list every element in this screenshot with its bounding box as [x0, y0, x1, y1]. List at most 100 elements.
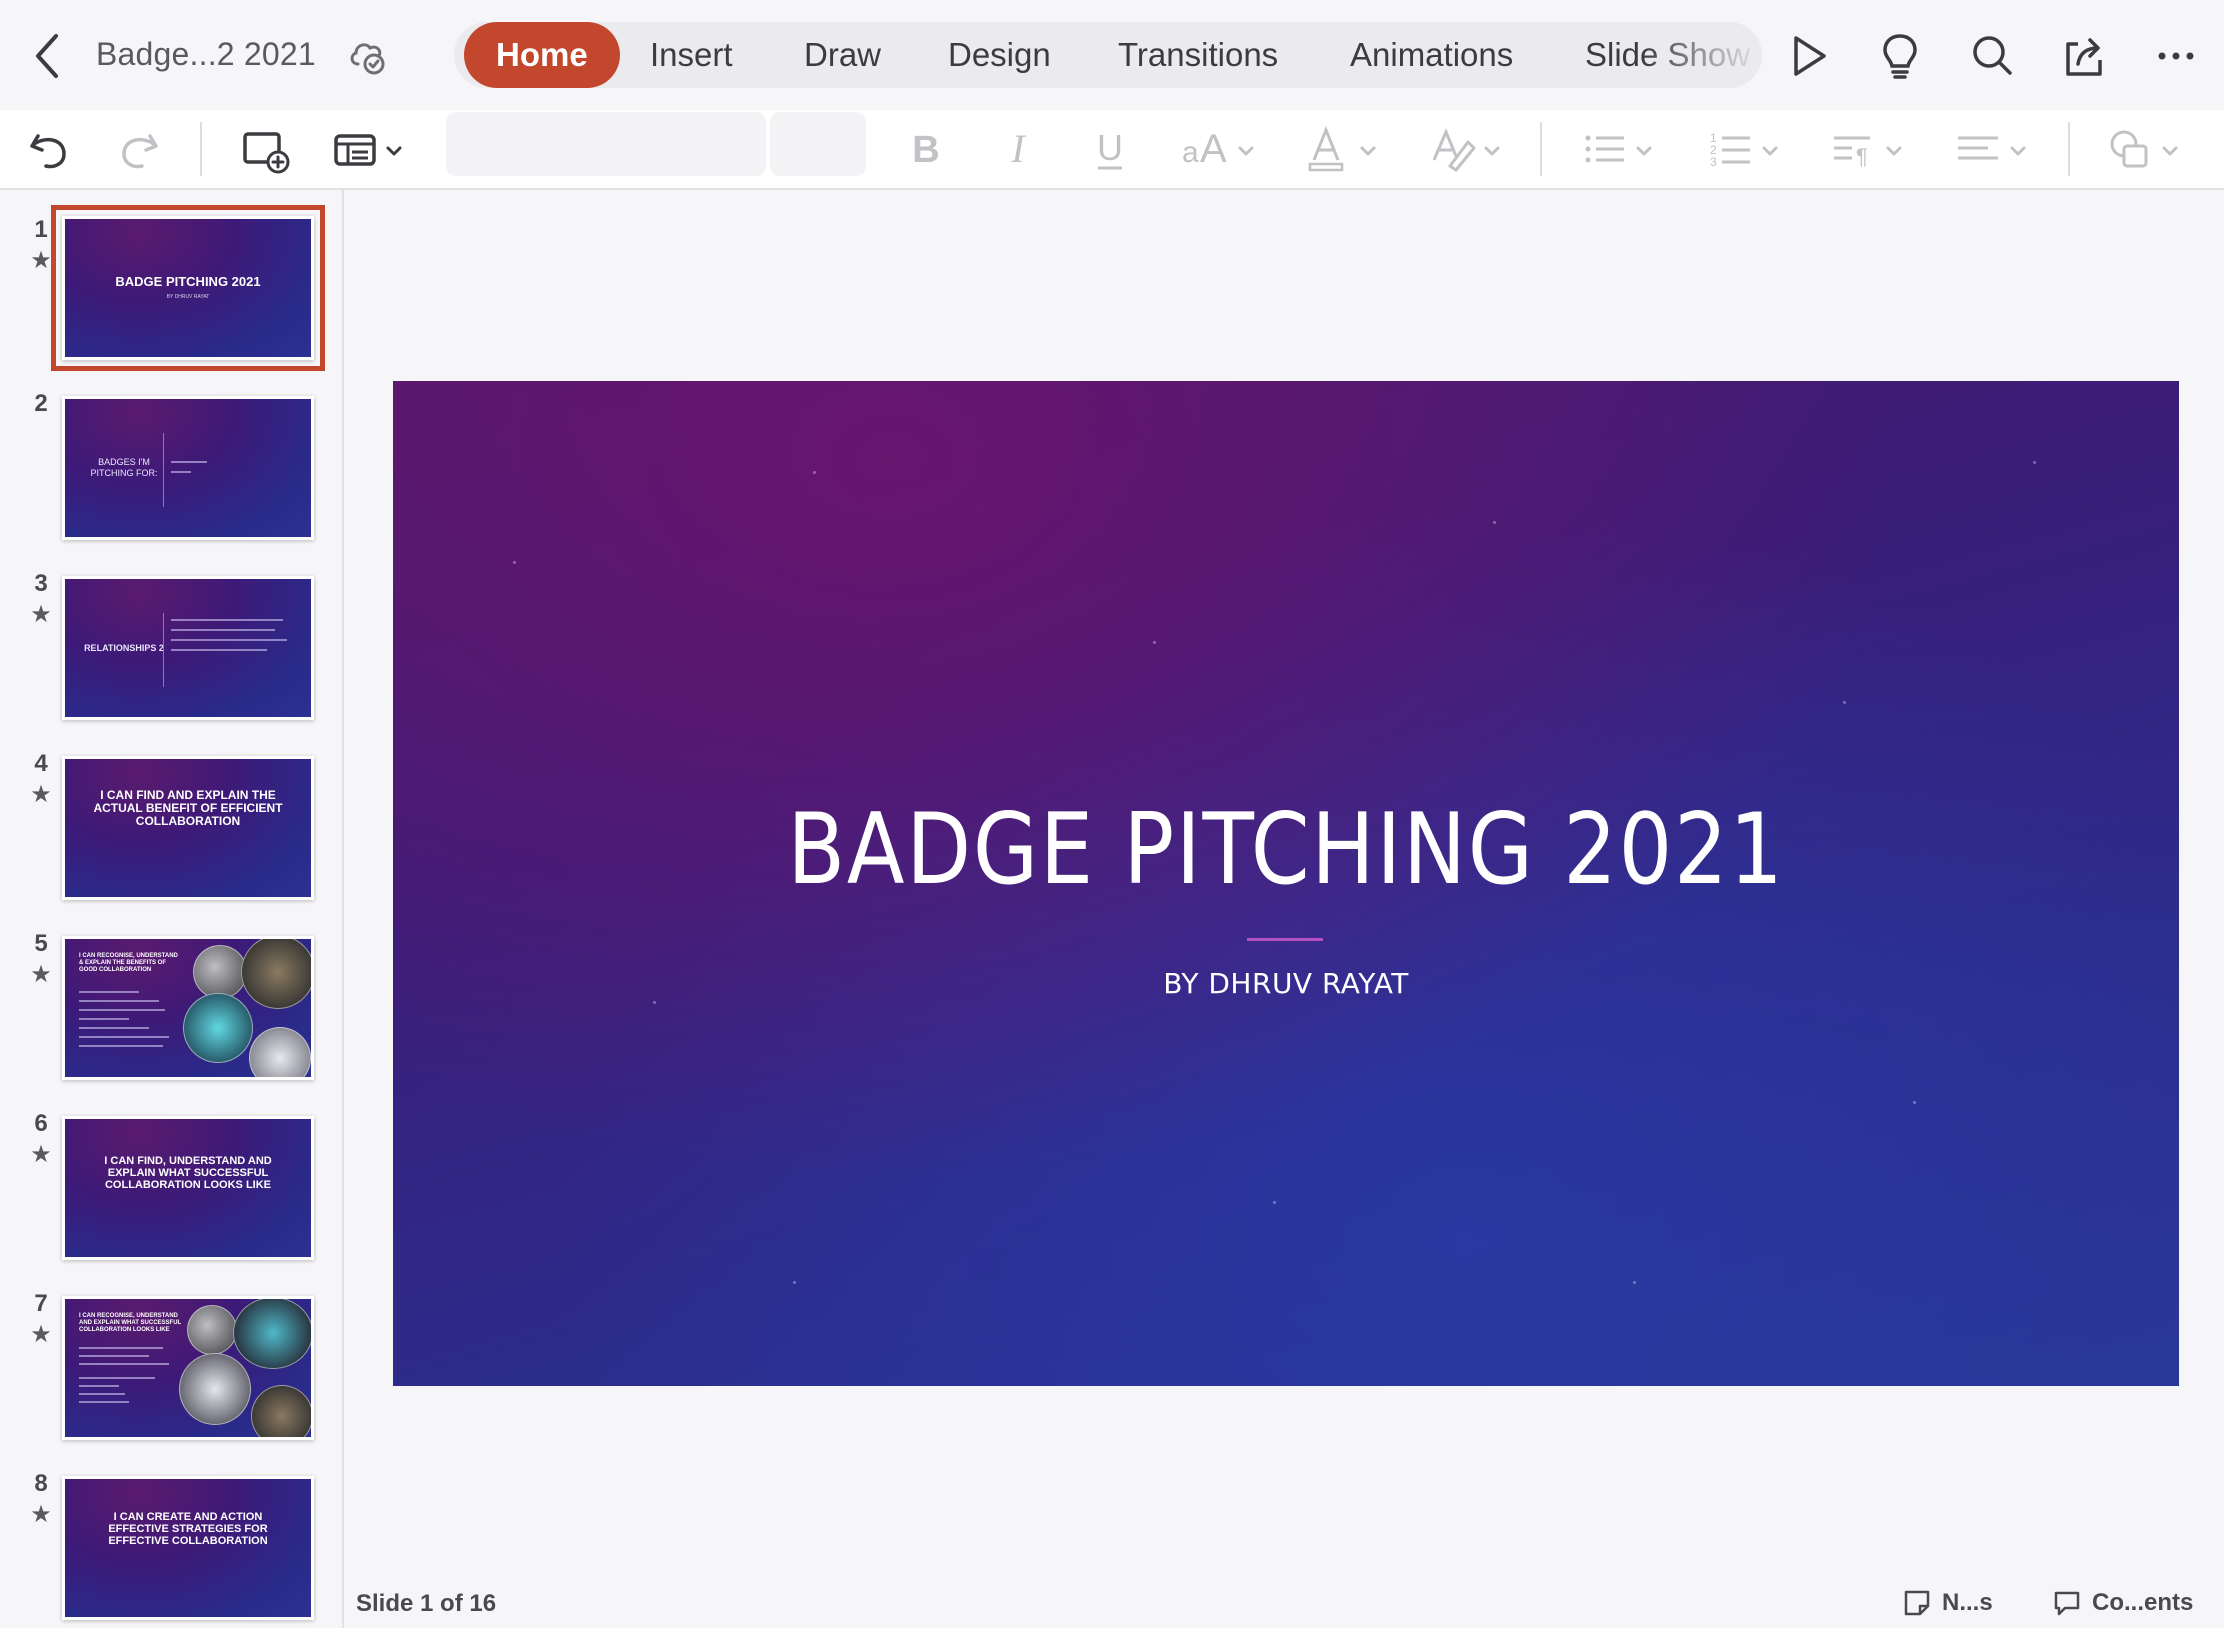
font-size-dropdown-icon[interactable]: aA	[1178, 120, 1262, 178]
ribbon-toolbar: B I U aA 123 ¶	[0, 110, 2224, 190]
thumbnail-divider	[163, 433, 164, 507]
thumbnail-title-block: BADGE PITCHING 2021 BY DHRUV RAYAT	[65, 219, 311, 357]
thumbnail-bullet-line	[171, 639, 287, 641]
slide-thumbnail[interactable]: BADGES I'M PITCHING FOR:	[62, 396, 314, 540]
lightbulb-icon[interactable]	[1876, 30, 1924, 82]
top-bar: Badge...2 2021 Home Insert Draw Design T…	[0, 0, 2224, 110]
slide-title[interactable]: BADGE PITCHING 2021	[518, 793, 2054, 907]
thumbnail-number: 6	[34, 1110, 48, 1137]
svg-text:a: a	[1182, 136, 1199, 169]
background-star	[1153, 641, 1156, 644]
slide-thumbnail[interactable]: BADGE PITCHING 2021 BY DHRUV RAYAT	[51, 205, 325, 371]
ribbon-separator	[200, 122, 202, 176]
notes-button[interactable]: N...s	[1902, 1586, 1993, 1620]
thumbnail-bullet-line	[79, 1347, 163, 1349]
thumbnail-bullet-line	[171, 649, 267, 651]
title-accent-line	[1247, 938, 1323, 941]
font-color-dropdown-icon[interactable]	[1306, 120, 1384, 178]
thumbnail-title: I CAN FIND AND EXPLAIN THE ACTUAL BENEFI…	[93, 788, 283, 829]
font-size-field[interactable]	[770, 112, 866, 176]
thumbnail-item-7[interactable]: 7 ★ I CAN RECOGNISE, UNDERSTAND AND EXPL…	[0, 1290, 342, 1466]
slide-thumbnail[interactable]: I CAN RECOGNISE, UNDERSTAND & EXPLAIN TH…	[62, 936, 314, 1080]
thumbnail-photo	[233, 1299, 311, 1369]
thumbnail-number: 8	[34, 1470, 48, 1497]
thumbnail-bullets	[79, 1347, 183, 1409]
thumbnail-item-2[interactable]: 2 BADGES I'M PITCHING FOR:	[0, 390, 342, 566]
thumbnail-item-1[interactable]: 1 ★ BADGE PITCHING 2021 BY DHRUV RAYAT	[0, 205, 342, 386]
slide-subtitle[interactable]: BY DHRUV RAYAT	[393, 967, 2179, 1000]
italic-icon[interactable]: I	[996, 120, 1040, 178]
back-chevron-icon[interactable]	[28, 30, 68, 82]
thumbnail-title: I CAN CREATE AND ACTION EFFECTIVE STRATE…	[108, 1511, 268, 1548]
more-options-icon[interactable]	[2152, 30, 2200, 82]
slide-thumbnail[interactable]: I CAN FIND, UNDERSTAND AND EXPLAIN WHAT …	[62, 1116, 314, 1260]
thumbnail-item-3[interactable]: 3 ★ RELATIONSHIPS 2	[0, 570, 342, 746]
thumbnail-bullet-line	[79, 1393, 125, 1395]
thumbnail-divider	[163, 613, 164, 687]
transition-star-icon: ★	[30, 1321, 52, 1348]
thumbnail-bullet-line	[79, 1027, 149, 1029]
play-icon[interactable]	[1784, 30, 1832, 82]
thumbnail-number: 3	[34, 570, 48, 597]
tab-home[interactable]: Home	[464, 22, 620, 88]
font-name-field[interactable]	[446, 112, 766, 176]
transition-star-icon: ★	[30, 1141, 52, 1168]
cloud-saved-icon[interactable]	[346, 36, 388, 76]
document-title[interactable]: Badge...2 2021	[96, 36, 316, 73]
underline-icon[interactable]: U	[1088, 120, 1132, 178]
background-star	[1843, 701, 1846, 704]
search-icon[interactable]	[1968, 30, 2016, 82]
undo-icon[interactable]	[24, 120, 74, 178]
slide-thumbnail[interactable]: I CAN RECOGNISE, UNDERSTAND AND EXPLAIN …	[62, 1296, 314, 1440]
thumbnail-bullet-line	[79, 1363, 169, 1365]
thumbnail-left-title: RELATIONSHIPS 2	[84, 642, 164, 653]
paragraph-direction-dropdown-icon[interactable]: ¶	[1830, 120, 1910, 178]
tab-animations[interactable]: Animations	[1350, 22, 1513, 88]
background-star	[513, 561, 516, 564]
thumbnail-bullet-line	[79, 1045, 163, 1047]
tab-draw[interactable]: Draw	[804, 22, 881, 88]
slide-thumbnail[interactable]: RELATIONSHIPS 2	[62, 576, 314, 720]
background-star	[793, 1281, 796, 1284]
thumbnail-bullet-line	[79, 1000, 159, 1002]
thumbnail-title-block: I CAN FIND AND EXPLAIN THE ACTUAL BENEFI…	[65, 759, 311, 897]
highlight-dropdown-icon[interactable]	[1428, 120, 1508, 178]
shapes-dropdown-icon[interactable]	[2106, 120, 2186, 178]
bold-icon[interactable]: B	[904, 120, 948, 178]
background-star	[1493, 521, 1496, 524]
redo-icon[interactable]	[114, 120, 164, 178]
new-slide-icon[interactable]	[240, 120, 290, 178]
slide-thumbnail[interactable]: I CAN CREATE AND ACTION EFFECTIVE STRATE…	[62, 1476, 314, 1620]
tab-design[interactable]: Design	[948, 22, 1051, 88]
share-icon[interactable]	[2060, 30, 2108, 82]
thumbnail-item-5[interactable]: 5 ★ I CAN RECOGNISE, UNDERSTAND & EXPLAI…	[0, 930, 342, 1106]
thumbnail-item-6[interactable]: 6 ★ I CAN FIND, UNDERSTAND AND EXPLAIN W…	[0, 1110, 342, 1286]
align-dropdown-icon[interactable]	[1954, 120, 2034, 178]
thumbnail-number: 4	[34, 750, 48, 777]
transition-star-icon: ★	[30, 601, 52, 628]
ribbon-tab-strip: Home Insert Draw Design Transitions Anim…	[454, 22, 1762, 88]
slide-thumbnail-panel[interactable]: 1 ★ BADGE PITCHING 2021 BY DHRUV RAYAT 2…	[0, 190, 342, 1628]
comments-button[interactable]: Co...ents	[2052, 1586, 2193, 1620]
thumbnail-number: 1	[34, 216, 48, 243]
slide-thumbnail[interactable]: I CAN FIND AND EXPLAIN THE ACTUAL BENEFI…	[62, 756, 314, 900]
notes-label: N...s	[1942, 1589, 1993, 1616]
background-star	[813, 471, 816, 474]
bullets-dropdown-icon[interactable]	[1580, 120, 1660, 178]
thumbnail-subtitle: BY DHRUV RAYAT	[166, 294, 210, 301]
thumbnail-title: BADGE PITCHING 2021	[115, 274, 261, 290]
notes-icon	[1904, 1590, 1930, 1616]
tab-transitions[interactable]: Transitions	[1118, 22, 1278, 88]
tab-insert[interactable]: Insert	[650, 22, 733, 88]
thumbnail-title: I CAN RECOGNISE, UNDERSTAND AND EXPLAIN …	[79, 1313, 182, 1333]
thumbnail-bullet-line	[79, 1018, 129, 1020]
ribbon-separator	[2068, 122, 2070, 176]
thumbnail-photo	[183, 993, 253, 1063]
thumbnail-title-block: I CAN CREATE AND ACTION EFFECTIVE STRATE…	[65, 1479, 311, 1617]
thumbnail-item-8[interactable]: 8 ★ I CAN CREATE AND ACTION EFFECTIVE ST…	[0, 1470, 342, 1628]
layout-dropdown-icon[interactable]	[332, 120, 412, 178]
current-slide[interactable]: BADGE PITCHING 2021 BY DHRUV RAYAT	[393, 381, 2179, 1386]
numbering-dropdown-icon[interactable]: 123	[1706, 120, 1786, 178]
thumbnail-title: I CAN FIND, UNDERSTAND AND EXPLAIN WHAT …	[104, 1155, 272, 1192]
thumbnail-item-4[interactable]: 4 ★ I CAN FIND AND EXPLAIN THE ACTUAL BE…	[0, 750, 342, 926]
